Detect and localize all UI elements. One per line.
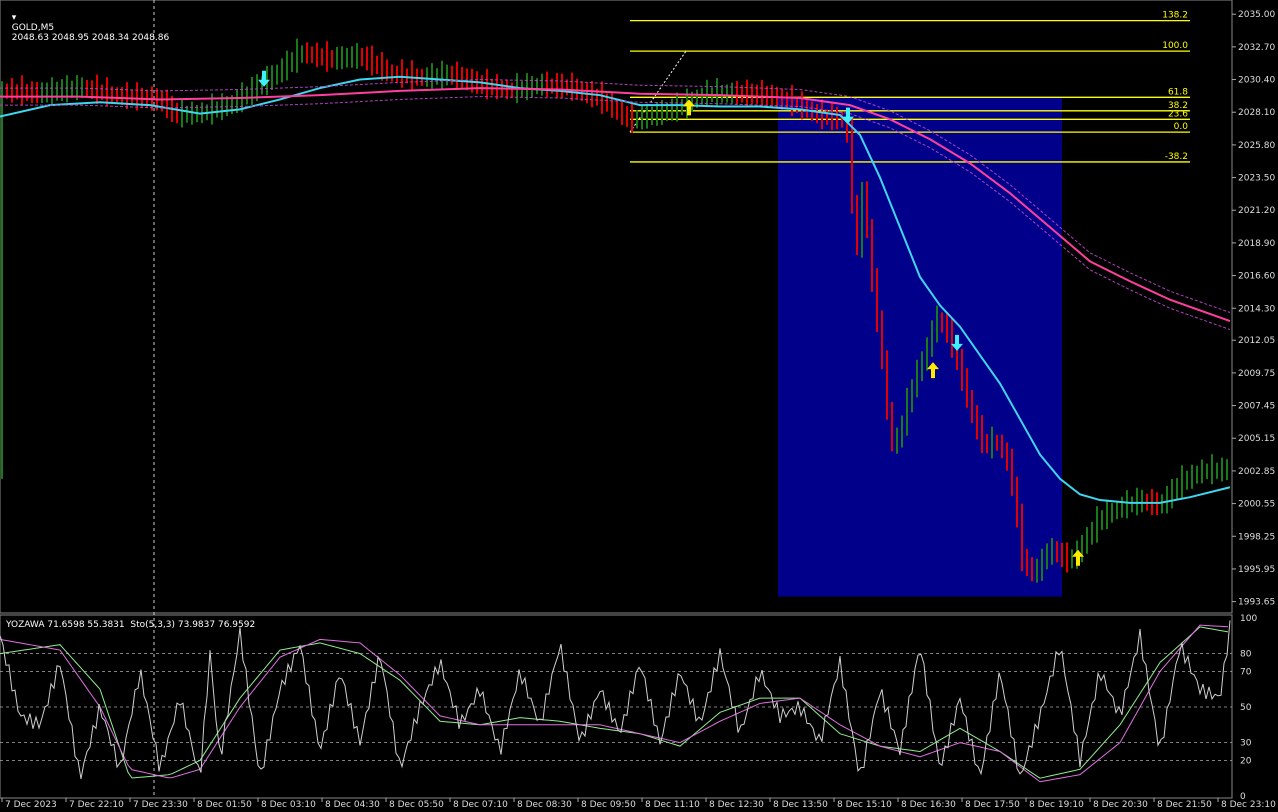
x-axis-label: 8 Dec 09:50	[581, 800, 636, 810]
y-axis-label: 2028.10	[1238, 108, 1275, 118]
oscillator-y-label: 30	[1240, 739, 1252, 749]
oscillator-y-label: 20	[1240, 756, 1252, 766]
x-axis-label: 8 Dec 20:30	[1093, 800, 1148, 810]
oscillator-y-label: 50	[1240, 703, 1252, 713]
fib-level-label: 23.6	[1168, 109, 1188, 119]
fib-level-label: 61.8	[1168, 87, 1188, 97]
y-axis-label: 2000.55	[1238, 500, 1275, 510]
oscillator-line	[0, 620, 1231, 780]
indicator-pane-frame	[0, 614, 1233, 799]
arrow-down-icon	[258, 70, 270, 87]
x-axis-label: 8 Dec 21:50	[1157, 800, 1212, 810]
indicator-header: YOZAWA 71.6598 55.3831 Sto(5,3,3) 73.983…	[6, 620, 256, 630]
dropdown-triangle-icon[interactable]: ▾	[12, 13, 17, 23]
arrow-up-icon	[683, 99, 695, 116]
x-axis-label: 8 Dec 11:10	[645, 800, 700, 810]
chart-canvas[interactable]: 138.2100.061.838.223.60.0-38.22035.00203…	[0, 0, 1278, 812]
selection-zone	[778, 96, 1062, 597]
fib-level-label: 0.0	[1174, 122, 1189, 132]
y-axis-label: 2035.00	[1238, 10, 1275, 20]
x-axis-label: 8 Dec 16:30	[901, 800, 956, 810]
x-axis-label: 8 Dec 13:50	[773, 800, 828, 810]
x-axis-label: 8 Dec 03:10	[261, 800, 316, 810]
y-axis-label: 2021.20	[1238, 206, 1275, 216]
ohlc-label: 2048.63 2048.95 2048.34 2048.86	[11, 33, 170, 43]
y-axis-label: 1995.95	[1238, 565, 1275, 575]
y-axis-label: 2005.15	[1238, 434, 1275, 444]
y-axis-label: 2012.05	[1238, 336, 1275, 346]
x-axis-label: 8 Dec 15:10	[837, 800, 892, 810]
x-axis-label: 8 Dec 08:30	[517, 800, 572, 810]
x-axis-label: 8 Dec 01:50	[197, 800, 252, 810]
fib-level-label: 100.0	[1162, 41, 1188, 51]
x-axis-label: 8 Dec 17:50	[965, 800, 1020, 810]
y-axis-label: 2002.85	[1238, 467, 1275, 477]
y-axis-label: 2014.30	[1238, 304, 1275, 314]
fib-level-label: -38.2	[1165, 152, 1188, 162]
y-axis-label: 1998.25	[1238, 532, 1275, 542]
x-axis-label: 7 Dec 23:30	[133, 800, 188, 810]
y-axis-label: 2007.45	[1238, 402, 1275, 412]
y-axis-label: 2009.75	[1238, 369, 1275, 379]
x-axis-label: 8 Dec 19:10	[1029, 800, 1084, 810]
y-axis-label: 2032.70	[1238, 43, 1275, 53]
x-axis-label: 8 Dec 12:30	[709, 800, 764, 810]
symbol-label: GOLD,M5	[11, 23, 55, 33]
x-axis-label: 8 Dec 04:30	[325, 800, 380, 810]
y-axis-label: 2018.90	[1238, 239, 1275, 249]
x-axis-label: 8 Dec 05:50	[389, 800, 444, 810]
y-axis-label: 2025.80	[1238, 141, 1275, 151]
y-axis-label: 1993.65	[1238, 598, 1275, 608]
x-axis-label: 7 Dec 22:10	[69, 800, 124, 810]
oscillator-y-label: 70	[1240, 667, 1252, 677]
x-axis-label: 8 Dec 07:10	[453, 800, 508, 810]
x-axis-label: 8 Dec 23:10	[1221, 800, 1276, 810]
y-axis-label: 2016.60	[1238, 272, 1275, 282]
oscillator-y-label: 100	[1240, 614, 1257, 624]
fib-level-label: 138.2	[1162, 11, 1188, 21]
x-axis-label: 7 Dec 2023	[5, 800, 57, 810]
y-axis-label: 2030.40	[1238, 76, 1275, 86]
oscillator-y-label: 80	[1240, 650, 1252, 660]
y-axis-label: 2023.50	[1238, 174, 1275, 184]
chart-header: ▾ GOLD,M5 2048.63 2048.95 2048.34 2048.8…	[6, 3, 169, 43]
